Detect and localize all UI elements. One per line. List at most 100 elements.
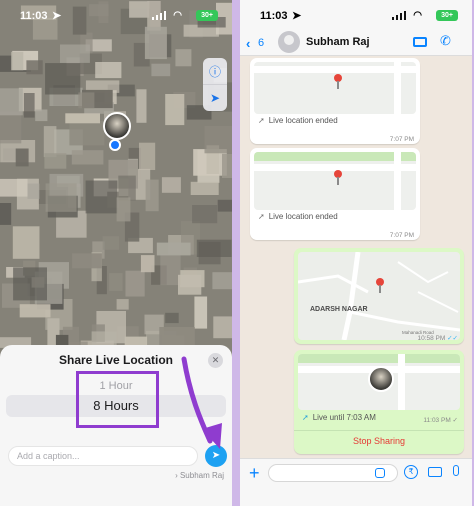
battery-indicator-right: 30+ (436, 10, 458, 21)
map-roads-svg (298, 252, 460, 340)
live-location-arrow-icon: ➚ (258, 116, 265, 125)
contact-avatar-pin[interactable] (103, 112, 131, 140)
map-thumbnail: ADARSH NAGAR Mahanadi Road (298, 252, 460, 340)
contact-name[interactable]: Subham Raj (306, 36, 370, 48)
message-bubble-outgoing-live[interactable]: ➚ Live until 7:03 AM 11:03 PM ✓ Stop Shar… (294, 350, 464, 454)
status-time-right: 11:03 (260, 10, 288, 22)
satellite-rooftop (125, 270, 145, 297)
location-services-icon-right: ➤ (292, 10, 302, 22)
location-services-icon: ➤ (52, 10, 62, 22)
message-bubble-incoming-2[interactable]: ➚ Live location ended 7:07 PM (250, 148, 420, 240)
map-road (398, 354, 405, 410)
map-park-strip (254, 152, 416, 161)
satellite-rooftop (0, 203, 12, 225)
caption-input[interactable]: Add a caption... (8, 446, 198, 466)
right-phone-screen: 11:03 ➤ ◠ 30+ ‹ 6 Subham Raj ✆ ➚ Live loc… (240, 0, 472, 506)
camera-icon[interactable] (428, 467, 442, 477)
satellite-rooftop (45, 183, 77, 212)
satellite-rooftop (109, 273, 123, 291)
satellite-rooftop (19, 304, 51, 318)
satellite-rooftop (0, 88, 23, 116)
battery-indicator: 30+ (196, 10, 218, 21)
place-label: ADARSH NAGAR (310, 306, 368, 313)
message-time-text: 11:03 PM (423, 417, 451, 424)
wifi-icon: ◠ (173, 10, 182, 21)
satellite-rooftop (78, 92, 95, 109)
plus-icon[interactable]: + (249, 463, 260, 484)
status-bar: 11:03 ➤ ◠ 30+ (0, 0, 232, 30)
microphone-icon[interactable] (453, 465, 459, 476)
satellite-rooftop (151, 63, 171, 77)
satellite-rooftop (196, 239, 232, 257)
map-road (394, 62, 401, 114)
status-bar-right: 11:03 ➤ ◠ 30+ (240, 0, 472, 30)
satellite-rooftop (65, 113, 100, 124)
video-call-icon[interactable] (413, 37, 427, 47)
satellite-rooftop (116, 299, 129, 310)
back-chevron-icon[interactable]: ‹ (246, 36, 250, 51)
satellite-rooftop (178, 274, 202, 295)
map-thumbnail (254, 62, 416, 114)
info-icon[interactable]: ⓘ (203, 58, 227, 84)
stop-sharing-button[interactable]: Stop Sharing (294, 436, 464, 446)
satellite-rooftop (0, 178, 28, 197)
location-pin-icon (334, 74, 342, 89)
status-time: 11:03 (20, 10, 48, 22)
annotation-arrow (181, 356, 222, 449)
live-location-arrow-icon: ➚ (302, 413, 309, 422)
satellite-rooftop (212, 272, 232, 290)
satellite-rooftop (13, 267, 48, 301)
map-road (394, 152, 401, 210)
message-bubble-outgoing-location[interactable]: ADARSH NAGAR Mahanadi Road 10:58 PM ✓✓ (294, 248, 464, 344)
satellite-rooftop (192, 205, 218, 224)
satellite-rooftop (26, 60, 43, 75)
message-bubble-incoming-1[interactable]: ➚ Live location ended 7:07 PM (250, 58, 420, 144)
live-status-text: Live until 7:03 AM (312, 413, 376, 422)
satellite-rooftop (139, 142, 156, 170)
live-status-row: ➚ Live location ended (258, 212, 338, 221)
satellite-rooftop (145, 179, 159, 212)
satellite-rooftop (71, 150, 104, 165)
map-park-strip (298, 354, 460, 363)
map-controls: ⓘ ➤ (203, 58, 227, 111)
satellite-rooftop (161, 177, 181, 193)
satellite-rooftop (140, 255, 155, 273)
satellite-rooftop (156, 242, 191, 256)
phone-call-icon[interactable]: ✆ (440, 33, 451, 49)
payment-icon[interactable]: ₹ (404, 465, 418, 479)
message-time: 7:07 PM (389, 136, 414, 143)
current-location-dot (109, 139, 121, 151)
sticker-icon[interactable] (375, 468, 385, 478)
message-time-text: 10:58 PM (417, 335, 446, 342)
location-pin-icon (334, 170, 342, 185)
satellite-rooftop (175, 49, 192, 67)
satellite-rooftop (165, 94, 185, 126)
map-thumbnail (298, 354, 460, 410)
back-unread-count[interactable]: 6 (258, 37, 264, 49)
recipient-label: › Subham Raj (175, 471, 224, 480)
satellite-rooftop (0, 111, 22, 144)
live-status-row: ➚ Live location ended (258, 116, 338, 125)
message-time: 10:58 PM ✓✓ (417, 334, 458, 342)
satellite-rooftop (102, 236, 120, 250)
satellite-rooftop (190, 181, 219, 195)
contact-avatar[interactable] (278, 31, 300, 53)
satellite-rooftop (27, 183, 40, 199)
satellite-rooftop (69, 120, 105, 146)
satellite-rooftop (159, 327, 195, 346)
cellular-signal-icon-right (392, 11, 406, 20)
satellite-rooftop (222, 153, 232, 178)
screenshot-canvas: 11:03 ➤ ◠ 30+ ⓘ ➤ Share Live Location ✕ … (0, 0, 474, 506)
satellite-rooftop (204, 126, 232, 154)
satellite-rooftop (60, 44, 90, 63)
recipient-name: Subham Raj (179, 471, 224, 480)
cellular-signal-icon (152, 11, 166, 20)
live-status-row: ➚ Live until 7:03 AM (302, 413, 376, 422)
wifi-icon-right: ◠ (413, 10, 422, 21)
map-road (254, 66, 416, 73)
satellite-rooftop (44, 153, 67, 169)
left-phone-screen: 11:03 ➤ ◠ 30+ ⓘ ➤ Share Live Location ✕ … (0, 0, 232, 506)
satellite-rooftop (45, 63, 81, 95)
location-pin-icon (376, 278, 384, 293)
location-arrow-icon[interactable]: ➤ (203, 85, 227, 111)
